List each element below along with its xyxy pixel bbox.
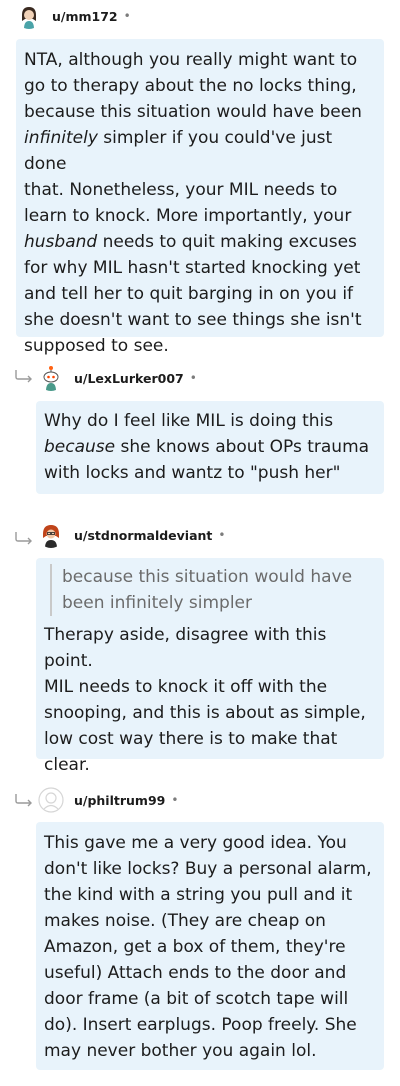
comment-text: Why do I feel like MIL is doing this bec… (44, 408, 376, 486)
separator-dot: • (189, 371, 197, 385)
quote-block: because this situation would have been i… (50, 564, 376, 616)
avatar-placeholder-icon[interactable] (38, 787, 64, 813)
reply-arrow-icon (15, 794, 32, 807)
comment-header: u/LexLurker007 • (38, 364, 197, 392)
username[interactable]: u/philtrum99 (74, 793, 165, 808)
comment-header: u/mm172 • (16, 2, 131, 30)
comment-body: NTA, although you really might want to g… (16, 39, 384, 356)
separator-dot: • (123, 9, 131, 23)
separator-dot: • (171, 793, 179, 807)
text-part: NTA, although you really might want to g… (24, 50, 362, 122)
comment-body: Why do I feel like MIL is doing this bec… (36, 401, 384, 494)
avatar-girl-icon[interactable] (16, 3, 42, 29)
comment-text: Therapy aside, disagree with this point.… (44, 625, 366, 775)
italic-text: husband (24, 232, 98, 252)
separator-dot: • (218, 528, 226, 542)
username[interactable]: u/LexLurker007 (74, 371, 184, 386)
comment-body: because this situation would have been i… (36, 558, 384, 775)
italic-text: infinitely (24, 128, 98, 148)
comment-body: This gave me a very good idea. You don't… (36, 822, 384, 1070)
comment-header: u/stdnormaldeviant • (38, 521, 225, 549)
avatar-red-hair-icon[interactable] (38, 522, 64, 548)
reply-arrow-icon (15, 370, 32, 383)
username[interactable]: u/mm172 (52, 9, 118, 24)
italic-text: because (44, 437, 116, 457)
comment-text: NTA, although you really might want to g… (24, 47, 376, 359)
text-part: Why do I feel like MIL is doing this (44, 411, 334, 431)
username[interactable]: u/stdnormaldeviant (74, 528, 212, 543)
avatar-snoo-icon[interactable] (38, 365, 64, 391)
comment-text: This gave me a very good idea. You don't… (44, 833, 372, 1061)
comment-header: u/philtrum99 • (38, 786, 178, 814)
reply-arrow-icon (15, 532, 32, 545)
